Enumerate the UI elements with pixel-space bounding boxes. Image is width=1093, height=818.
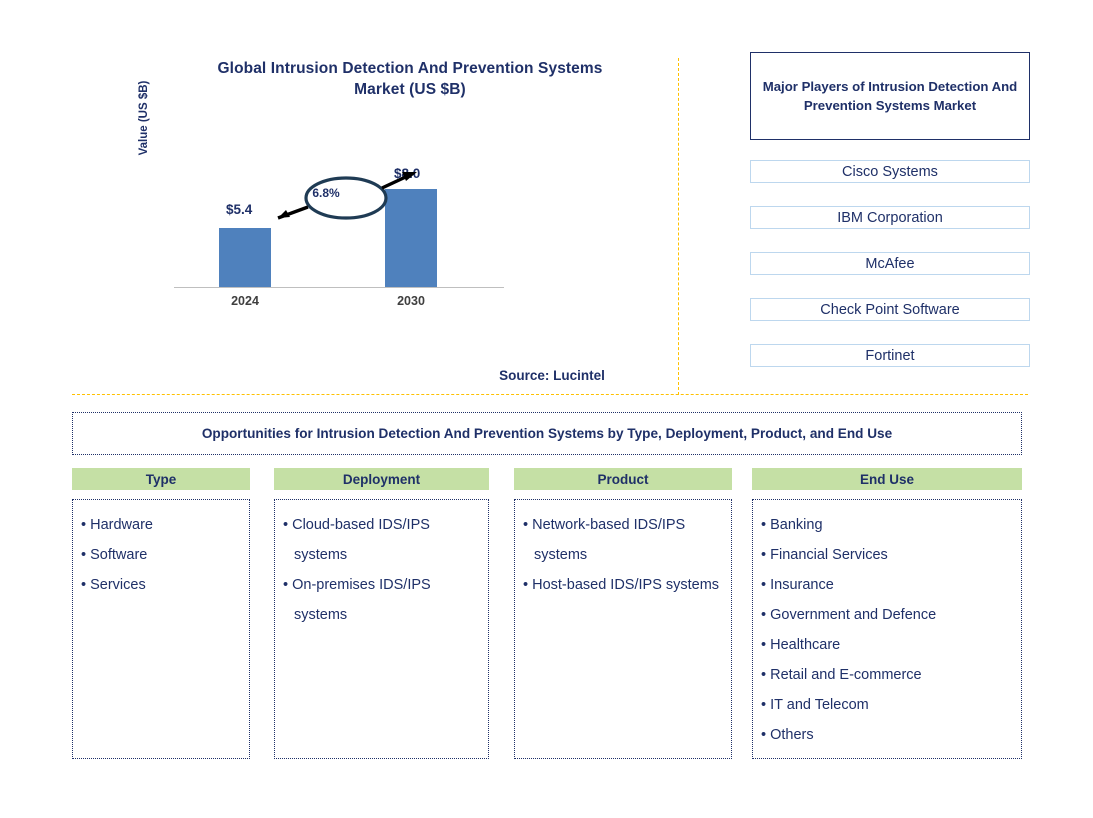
list-item: Financial Services (761, 540, 1015, 570)
column-header-product: Product (514, 468, 732, 490)
horizontal-divider (72, 394, 1028, 395)
column-body-end-use: Banking Financial Services Insurance Gov… (752, 499, 1022, 759)
y-axis-label: Value (US $B) (138, 80, 150, 156)
list-item: Network-based IDS/IPS systems (523, 510, 725, 570)
list-item: On-premises IDS/IPS systems (283, 570, 482, 630)
list-item: Services (81, 570, 243, 600)
player-item[interactable]: Fortinet (750, 344, 1030, 367)
x-tick-2030: 2030 (397, 294, 425, 308)
chart-title-line1: Global Intrusion Detection And Preventio… (217, 60, 603, 77)
opportunity-column-end-use: End Use Banking Financial Services Insur… (752, 468, 1022, 759)
list-item: Government and Defence (761, 600, 1015, 630)
cagr-value: 6.8% (312, 186, 340, 200)
opportunity-column-type: Type Hardware Software Services (72, 468, 250, 759)
column-body-deployment: Cloud-based IDS/IPS systems On-premises … (274, 499, 489, 759)
list-item: Insurance (761, 570, 1015, 600)
column-body-type: Hardware Software Services (72, 499, 250, 759)
x-tick-2024: 2024 (231, 294, 259, 308)
opportunity-column-product: Product Network-based IDS/IPS systems Ho… (514, 468, 732, 759)
list-item: Cloud-based IDS/IPS systems (283, 510, 482, 570)
list-item: Retail and E-commerce (761, 660, 1015, 690)
list-item: Host-based IDS/IPS systems (523, 570, 725, 600)
bar-value-2024: $5.4 (226, 202, 253, 217)
list-item: Others (761, 720, 1015, 750)
list-item: IT and Telecom (761, 690, 1015, 720)
list-item: Banking (761, 510, 1015, 540)
x-axis-line (174, 287, 504, 288)
player-item[interactable]: Check Point Software (750, 298, 1030, 321)
bar-chart: Value (US $B) $5.4 $8.0 2024 2030 6.8% (138, 81, 560, 310)
list-item: Software (81, 540, 243, 570)
column-header-type: Type (72, 468, 250, 490)
list-item: Healthcare (761, 630, 1015, 660)
list-item: Hardware (81, 510, 243, 540)
player-item[interactable]: IBM Corporation (750, 206, 1030, 229)
infographic-page: Global Intrusion Detection And Preventio… (0, 0, 1093, 818)
column-body-product: Network-based IDS/IPS systems Host-based… (514, 499, 732, 759)
player-item[interactable]: Cisco Systems (750, 160, 1030, 183)
source-label: Source: Lucintel (499, 368, 605, 383)
major-players-panel: Major Players of Intrusion Detection And… (750, 52, 1030, 367)
bar-2024 (219, 228, 271, 287)
vertical-divider (678, 58, 679, 395)
major-players-header: Major Players of Intrusion Detection And… (750, 52, 1030, 140)
chart-title-line2: Market (US $B) (354, 81, 466, 98)
chart-title: Global Intrusion Detection And Preventio… (150, 58, 670, 100)
player-item[interactable]: McAfee (750, 252, 1030, 275)
opportunity-column-deployment: Deployment Cloud-based IDS/IPS systems O… (274, 468, 489, 759)
column-header-deployment: Deployment (274, 468, 489, 490)
column-header-end-use: End Use (752, 468, 1022, 490)
opportunities-header: Opportunities for Intrusion Detection An… (72, 412, 1022, 455)
